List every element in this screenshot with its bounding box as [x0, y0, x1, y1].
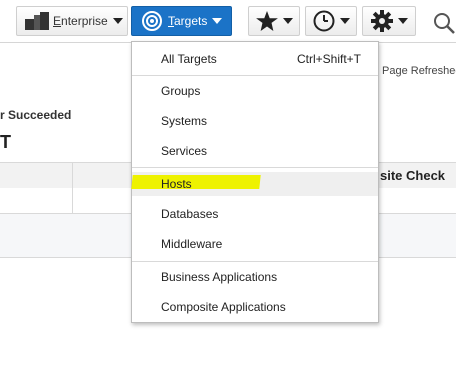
section-heading: T [0, 132, 11, 152]
menu-item-middleware[interactable]: Middleware [132, 232, 378, 256]
top-menu-bar: Enterprise Targets [0, 0, 456, 43]
menu-divider [132, 167, 378, 168]
menu-item-groups[interactable]: Groups [132, 79, 378, 103]
menu-item-composite-applications[interactable]: Composite Applications [132, 295, 378, 319]
menu-item-services[interactable]: Services [132, 139, 378, 163]
column-divider [72, 162, 73, 214]
favorites-menu-button[interactable] [248, 6, 300, 36]
page-refreshed-text: Page Refreshed [382, 65, 456, 77]
menu-item-systems[interactable]: Systems [132, 109, 378, 133]
yellow-highlight-mark [131, 175, 261, 189]
chevron-down-icon [282, 18, 293, 24]
star-icon [255, 11, 278, 31]
menu-item-all-targets[interactable]: All Targets Ctrl+Shift+T [132, 47, 378, 71]
succeeded-label: r Succeeded [0, 108, 72, 122]
site-check-column-header: site Check [380, 168, 446, 183]
menu-item-label: Hosts [161, 177, 192, 191]
menu-item-databases[interactable]: Databases [132, 202, 378, 226]
targets-dropdown-menu: All Targets Ctrl+Shift+T Groups Systems … [131, 41, 379, 323]
targets-menu-button[interactable]: Targets [131, 6, 232, 36]
menu-item-label: Services [161, 144, 208, 158]
enterprise-label: Enterprise [53, 14, 108, 28]
menu-item-label: Middleware [161, 237, 223, 251]
menu-item-label: Databases [161, 207, 219, 221]
menu-item-label: Groups [161, 84, 201, 98]
menu-item-label: Systems [161, 114, 208, 128]
menu-item-label: Composite Applications [161, 300, 286, 314]
menu-divider [132, 261, 378, 262]
chevron-down-icon [397, 18, 408, 24]
gear-icon [370, 10, 393, 32]
search-icon[interactable] [432, 11, 456, 38]
keyboard-shortcut: Ctrl+Shift+T [296, 52, 361, 66]
target-icon [142, 11, 162, 31]
enterprise-menu-button[interactable]: Enterprise [16, 6, 128, 36]
chevron-down-icon [112, 18, 123, 24]
clock-icon [313, 10, 335, 32]
menu-item-label: Business Applications [161, 270, 278, 284]
menu-item-business-applications[interactable]: Business Applications [132, 265, 378, 289]
menu-item-hosts[interactable]: Hosts [131, 172, 378, 196]
chevron-down-icon [339, 18, 350, 24]
targets-label: Targets [168, 14, 208, 28]
setup-menu-button[interactable] [362, 6, 416, 36]
menu-item-label: All Targets [161, 52, 217, 66]
history-menu-button[interactable] [305, 6, 357, 36]
chevron-down-icon [212, 18, 223, 24]
enterprise-icon [25, 12, 49, 30]
menu-divider [132, 75, 378, 76]
